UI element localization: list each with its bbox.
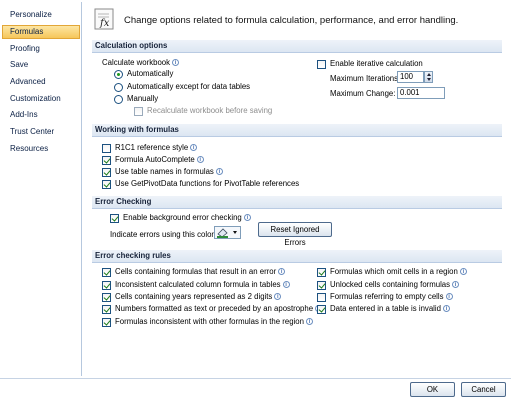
options-sidebar: Personalize Formulas Proofing Save Advan…	[0, 2, 82, 376]
rule-invalid-table-data-label: Data entered in a table is invalid i	[330, 304, 450, 314]
spin-down-icon	[427, 78, 431, 81]
rule-numbers-as-text-checkbox[interactable]	[102, 305, 111, 314]
cancel-button[interactable]: Cancel	[461, 382, 506, 397]
max-iterations-input[interactable]: 100	[397, 71, 424, 83]
paint-bucket-icon	[217, 228, 237, 238]
svg-text:fx: fx	[99, 18, 110, 29]
rule-inconsistent-region-label: Formulas inconsistent with other formula…	[115, 317, 313, 327]
section-error-checking: Error Checking	[92, 196, 502, 209]
excel-options-dialog: Personalize Formulas Proofing Save Advan…	[0, 0, 511, 400]
automatically-except-tables-radio[interactable]	[114, 83, 123, 92]
recalculate-before-save-label: Recalculate workbook before saving	[147, 106, 273, 115]
manually-radio[interactable]	[114, 95, 123, 104]
rule-two-digit-years-checkbox[interactable]	[102, 293, 111, 302]
rule-empty-cells-label: Formulas referring to empty cells i	[330, 292, 453, 302]
manually-label: Manually	[127, 94, 159, 103]
max-iterations-label: Maximum Iterations:	[330, 74, 401, 83]
info-icon: i	[282, 281, 290, 289]
sidebar-item-formulas[interactable]: Formulas	[2, 25, 80, 39]
info-icon: i	[442, 305, 450, 313]
spin-up-icon	[427, 73, 431, 76]
r1c1-reference-checkbox[interactable]	[102, 144, 111, 153]
background-error-checking-label: Enable background error checking i	[123, 213, 251, 223]
rule-formula-error-checkbox[interactable]	[102, 268, 111, 277]
background-error-checking-checkbox[interactable]	[110, 214, 119, 223]
section-error-checking-rules: Error checking rules	[92, 250, 502, 263]
calculate-workbook-label: Calculate workbook i	[102, 58, 180, 68]
panel-header: fx Change options related to formula cal…	[86, 2, 507, 38]
formulas-panel: fx Change options related to formula cal…	[86, 2, 507, 376]
ok-button[interactable]: OK	[410, 382, 455, 397]
rule-unlocked-cells-checkbox[interactable]	[317, 281, 326, 290]
sidebar-item-add-ins[interactable]: Add-Ins	[2, 108, 80, 122]
rule-omit-cells-label: Formulas which omit cells in a region i	[330, 267, 467, 277]
sidebar-item-save[interactable]: Save	[2, 58, 80, 72]
rule-unlocked-cells-label: Unlocked cells containing formulas i	[330, 280, 460, 290]
reset-ignored-errors-button[interactable]: Reset Ignored Errors	[258, 222, 332, 247]
getpivotdata-label: Use GetPivotData functions for PivotTabl…	[115, 179, 300, 188]
sidebar-item-customization[interactable]: Customization	[2, 92, 80, 106]
info-icon: i	[196, 156, 204, 164]
rule-inconsistent-column-checkbox[interactable]	[102, 281, 111, 290]
info-icon: i	[274, 293, 282, 301]
max-iterations-spinner[interactable]	[424, 71, 433, 83]
iterative-calculation-checkbox[interactable]	[317, 60, 326, 69]
info-icon: i	[452, 281, 460, 289]
section-calculation-options: Calculation options	[92, 40, 502, 53]
max-change-label: Maximum Change:	[330, 89, 396, 98]
table-names-checkbox[interactable]	[102, 168, 111, 177]
fx-function-icon: fx	[94, 8, 114, 30]
info-icon: i	[190, 144, 198, 152]
sidebar-item-advanced[interactable]: Advanced	[2, 75, 80, 89]
rule-inconsistent-column-label: Inconsistent calculated column formula i…	[115, 280, 290, 290]
info-icon: i	[172, 59, 180, 67]
rule-numbers-as-text-label: Numbers formatted as text or preceded by…	[115, 304, 323, 314]
info-icon: i	[215, 168, 223, 176]
info-icon: i	[278, 268, 286, 276]
info-icon: i	[459, 268, 467, 276]
dialog-button-bar: OK Cancel	[0, 378, 511, 400]
sidebar-item-proofing[interactable]: Proofing	[2, 42, 80, 56]
formula-autocomplete-label: Formula AutoComplete i	[115, 155, 204, 165]
rule-omit-cells-checkbox[interactable]	[317, 268, 326, 277]
section-working-with-formulas: Working with formulas	[92, 124, 502, 137]
rule-two-digit-years-label: Cells containing years represented as 2 …	[115, 292, 282, 302]
info-icon: i	[445, 293, 453, 301]
rule-formula-error-label: Cells containing formulas that result in…	[115, 267, 286, 277]
indicate-errors-label: Indicate errors using this color:	[110, 230, 217, 239]
sidebar-item-resources[interactable]: Resources	[2, 142, 80, 156]
sidebar-item-personalize[interactable]: Personalize	[2, 8, 80, 22]
table-names-label: Use table names in formulas i	[115, 167, 223, 177]
automatically-label: Automatically	[127, 69, 174, 78]
automatically-radio[interactable]	[114, 70, 123, 79]
rule-empty-cells-checkbox[interactable]	[317, 293, 326, 302]
recalculate-before-save-checkbox[interactable]	[134, 107, 143, 116]
getpivotdata-checkbox[interactable]	[102, 180, 111, 189]
panel-header-text: Change options related to formula calcul…	[124, 15, 459, 26]
rule-inconsistent-region-checkbox[interactable]	[102, 318, 111, 327]
iterative-calculation-label: Enable iterative calculation	[330, 59, 423, 68]
rule-invalid-table-data-checkbox[interactable]	[317, 305, 326, 314]
info-icon: i	[243, 214, 251, 222]
formula-autocomplete-checkbox[interactable]	[102, 156, 111, 165]
max-change-input[interactable]: 0.001	[397, 87, 445, 99]
sidebar-item-trust-center[interactable]: Trust Center	[2, 125, 80, 139]
info-icon: i	[305, 318, 313, 326]
error-color-picker[interactable]	[214, 226, 241, 239]
automatically-except-tables-label: Automatically except for data tables	[127, 82, 251, 91]
r1c1-reference-label: R1C1 reference style i	[115, 143, 198, 153]
